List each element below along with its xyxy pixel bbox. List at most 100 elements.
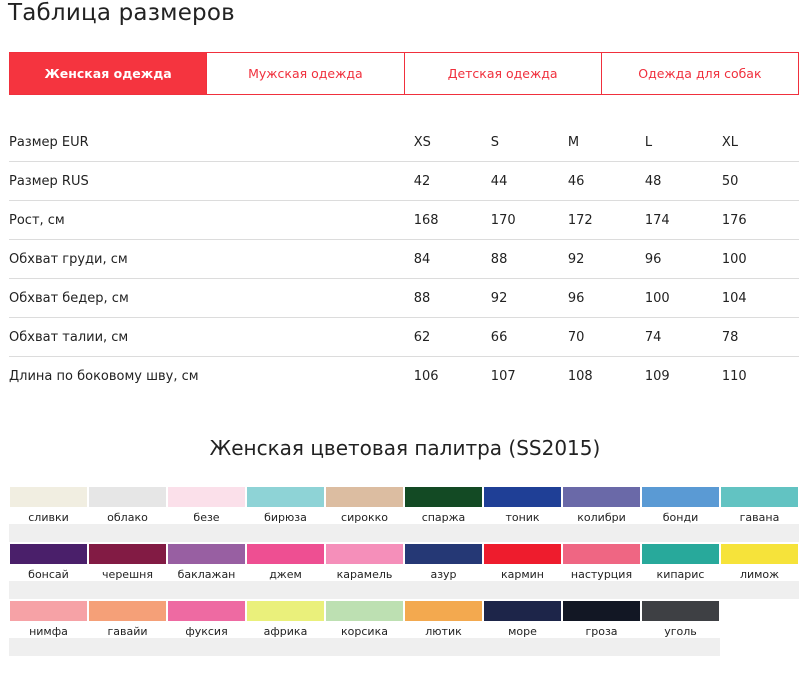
color-swatch: бирюза	[246, 487, 325, 524]
table-cell: 66	[490, 317, 568, 357]
table-cell: M	[567, 122, 645, 162]
color-name: настурция	[570, 568, 633, 581]
table-row: Обхват талии, см 62 66 70 74 78	[9, 317, 799, 357]
color-name: гавана	[739, 511, 780, 524]
color-chip	[326, 601, 403, 621]
tab-kids-clothing[interactable]: Детская одежда	[404, 53, 602, 94]
table-cell: 42	[413, 161, 491, 201]
row-label: Обхват груди, см	[9, 239, 414, 279]
palette-row: сливки облако безе бирюза сирокко спаржа тоник…	[9, 487, 799, 544]
table-cell: 108	[567, 369, 593, 385]
row-label: Размер RUS	[9, 161, 414, 201]
color-name: лимож	[739, 568, 780, 581]
table-row: Рост, см 168 170 172 174 176	[9, 200, 799, 240]
color-chip	[168, 544, 245, 564]
color-chip	[721, 544, 798, 564]
table-cell: 92	[490, 278, 568, 318]
palette-row-band	[9, 638, 720, 656]
color-swatch: нимфа	[9, 601, 88, 638]
table-cell: XL	[721, 122, 799, 162]
color-chip	[563, 487, 640, 507]
table-row: Размер EUR XS S M L XL	[9, 122, 799, 162]
tab-womens-clothing[interactable]: Женская одежда	[10, 53, 208, 94]
color-name: уголь	[664, 625, 697, 638]
color-chip	[168, 487, 245, 507]
palette-title: Женская цветовая палитра (SS2015)	[209, 436, 601, 460]
table-cell: 168	[413, 200, 491, 240]
color-swatch: тоник	[483, 487, 562, 524]
table-cell: 104	[721, 278, 799, 318]
table-cell: 100	[644, 278, 722, 318]
color-chip	[721, 487, 798, 507]
tab-mens-clothing[interactable]: Мужская одежда	[207, 53, 405, 94]
color-swatch: облако	[88, 487, 167, 524]
table-cell: 44	[490, 161, 568, 201]
row-label: Обхват бедер, см	[9, 278, 414, 318]
table-row: Размер RUS 42 44 46 48 50	[9, 161, 799, 201]
color-chip	[89, 487, 166, 507]
size-table: Размер EUR XS S M L XL Размер RUS 42 44 46 48 50 Рос…	[9, 122, 799, 395]
color-name: колибри	[577, 511, 626, 524]
color-swatch: лимож	[720, 544, 799, 581]
color-chip	[168, 601, 245, 621]
color-chip	[405, 601, 482, 621]
color-name: море	[508, 625, 537, 638]
tab-dog-clothing[interactable]: Одежда для собак	[601, 53, 798, 94]
color-name: азур	[430, 568, 457, 581]
color-chip	[89, 601, 166, 621]
palette-row-band	[9, 581, 799, 599]
color-name: гавайи	[107, 625, 148, 638]
color-swatch: настурция	[562, 544, 641, 581]
color-name: облако	[107, 511, 148, 524]
table-cell: 50	[721, 161, 799, 201]
color-swatch: гавайи	[88, 601, 167, 638]
color-name: кипарис	[656, 568, 705, 581]
table-cell: 96	[567, 278, 645, 318]
color-name: африка	[263, 625, 308, 638]
color-chip	[89, 544, 166, 564]
color-swatch: гавана	[720, 487, 799, 524]
table-cell: 176	[721, 200, 799, 240]
table-cell: 110	[721, 369, 747, 385]
color-swatch: фуксия	[167, 601, 246, 638]
color-swatch: кармин	[483, 544, 562, 581]
color-name: джем	[269, 568, 302, 581]
table-cell: S	[490, 122, 568, 162]
color-chip	[326, 544, 403, 564]
color-name: бирюза	[264, 511, 307, 524]
color-chip	[10, 544, 87, 564]
table-cell: 84	[413, 239, 491, 279]
page-title: Таблица размеров	[8, 0, 235, 26]
color-chip	[10, 487, 87, 507]
color-swatch: кипарис	[641, 544, 720, 581]
table-cell: 106	[413, 369, 439, 385]
table-cell: 96	[644, 239, 722, 279]
color-name: нимфа	[29, 625, 68, 638]
color-swatch: азур	[404, 544, 483, 581]
color-chip	[10, 601, 87, 621]
table-cell: L	[644, 122, 722, 162]
table-cell: 92	[567, 239, 645, 279]
table-cell: 62	[413, 317, 491, 357]
row-label: Длина по боковому шву, см	[9, 369, 199, 385]
color-chip	[642, 487, 719, 507]
color-chip	[405, 544, 482, 564]
color-chip	[563, 601, 640, 621]
color-chip	[642, 544, 719, 564]
palette-row-band	[9, 524, 799, 542]
color-swatch: море	[483, 601, 562, 638]
color-swatch: джем	[246, 544, 325, 581]
color-swatch: баклажан	[167, 544, 246, 581]
color-chip	[642, 601, 719, 621]
color-name: сирокко	[341, 511, 388, 524]
color-name: фуксия	[185, 625, 228, 638]
color-chip	[484, 601, 561, 621]
category-tabs: Женская одежда Мужская одежда Детская од…	[9, 52, 799, 95]
color-chip	[247, 601, 324, 621]
palette-row: бонсай черешня баклажан джем карамель азур кар…	[9, 544, 799, 601]
table-cell: 174	[644, 200, 722, 240]
table-cell: 48	[644, 161, 722, 201]
table-cell: 70	[567, 317, 645, 357]
row-label: Обхват талии, см	[9, 317, 414, 357]
color-swatch: уголь	[641, 601, 720, 638]
